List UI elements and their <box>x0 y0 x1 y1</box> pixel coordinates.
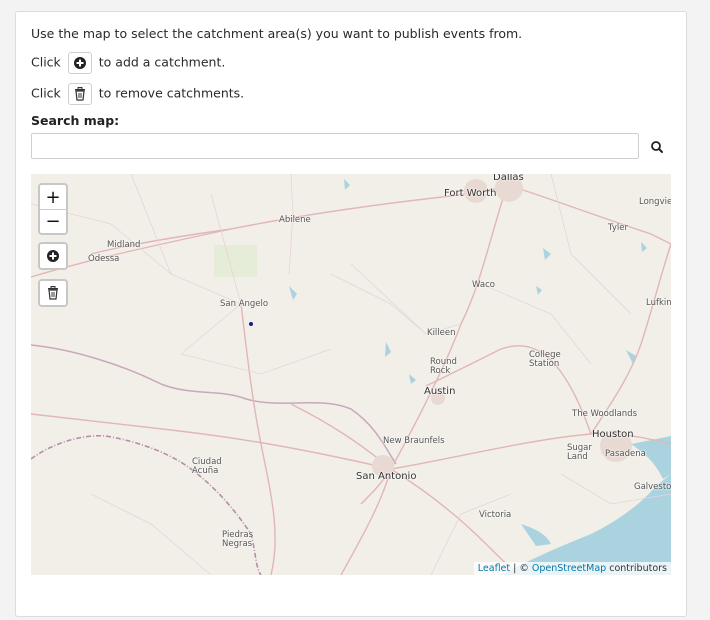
city-label: Lufkin <box>646 298 671 308</box>
remove-catchment-button[interactable] <box>40 281 66 305</box>
city-label: College Station <box>529 350 561 369</box>
add-circle-icon <box>47 250 59 262</box>
city-label: Killeen <box>427 328 456 338</box>
search-icon <box>651 141 663 153</box>
city-label: Dallas <box>493 174 524 183</box>
add-instruction: Click to add a catchment. <box>31 52 225 74</box>
city-label: Piedras Negras <box>222 530 254 549</box>
location-marker[interactable] <box>249 322 253 326</box>
search-input[interactable] <box>31 133 639 159</box>
zoom-control: + − <box>38 183 68 235</box>
city-label: Galveston <box>634 482 671 492</box>
osm-link[interactable]: OpenStreetMap <box>532 563 606 574</box>
city-label: Round Rock <box>430 357 457 376</box>
city-label: Odessa <box>88 254 120 264</box>
remove-instruction-suffix: to remove catchments. <box>98 85 245 101</box>
draw-control <box>38 242 68 270</box>
zoom-in-button[interactable]: + <box>40 185 66 209</box>
instruction-text: Use the map to select the catchment area… <box>31 26 523 41</box>
remove-instruction: Click to remove catchments. <box>31 83 244 105</box>
leaflet-link[interactable]: Leaflet <box>478 563 510 574</box>
map-attribution: Leaflet | © OpenStreetMap contributors <box>473 562 671 575</box>
city-label: San Angelo <box>220 299 269 309</box>
zoom-out-button[interactable]: − <box>40 209 66 233</box>
trash-icon <box>48 286 58 300</box>
add-catchment-button[interactable] <box>40 244 66 268</box>
city-label: Ciudad Acuña <box>192 457 222 476</box>
add-instruction-suffix: to add a catchment. <box>98 54 226 70</box>
city-label: Waco <box>472 280 495 290</box>
city-label: Midland <box>107 240 141 250</box>
remove-instruction-prefix: Click <box>31 85 61 101</box>
attribution-suffix: contributors <box>606 563 667 574</box>
city-label: Tyler <box>608 223 628 233</box>
add-catchment-icon <box>67 52 92 74</box>
trash-icon <box>67 83 92 105</box>
city-label: Houston <box>592 429 634 440</box>
city-label: Fort Worth <box>444 188 497 199</box>
map-view[interactable]: Dallas Fort Worth Abilene Midland Odessa… <box>31 174 671 575</box>
city-label: The Woodlands <box>572 409 637 419</box>
city-label: New Braunfels <box>383 436 445 446</box>
city-label: Pasadena <box>605 449 646 459</box>
add-instruction-prefix: Click <box>31 54 61 70</box>
city-label: Sugar Land <box>567 443 592 462</box>
city-label: Abilene <box>279 215 311 225</box>
city-label: Austin <box>424 386 456 397</box>
catchment-panel: Use the map to select the catchment area… <box>15 11 687 617</box>
map-tiles <box>31 174 671 575</box>
city-label: San Antonio <box>356 471 417 482</box>
delete-control <box>38 279 68 307</box>
search-label: Search map: <box>31 113 120 128</box>
city-label: Longview <box>639 197 671 207</box>
attribution-separator: | © <box>510 563 532 574</box>
city-label: Victoria <box>479 510 512 520</box>
search-button[interactable] <box>646 136 668 158</box>
